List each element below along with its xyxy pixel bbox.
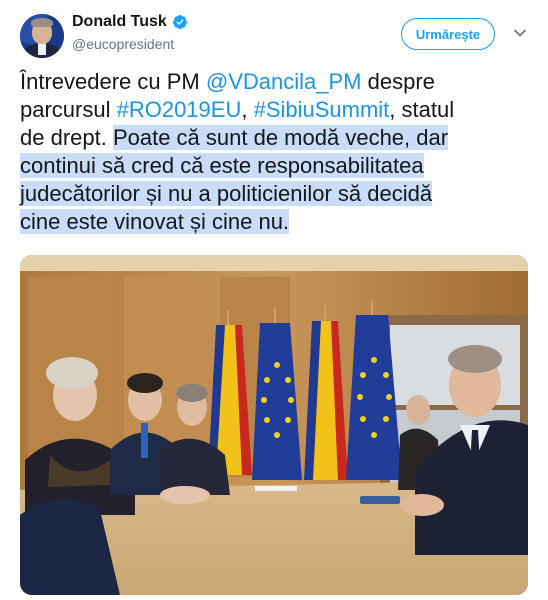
- verified-badge-icon: [172, 15, 187, 29]
- tweet-line: Întrevedere cu PM @VDancila_PM despre: [20, 68, 532, 96]
- highlighted-text: Poate că sunt de modă veche, dar: [112, 125, 449, 150]
- avatar-hair: [31, 18, 53, 27]
- author-display-name[interactable]: Donald Tusk: [72, 13, 167, 31]
- hashtag-link[interactable]: #RO2019EU: [117, 97, 242, 122]
- meeting-photo: [20, 255, 528, 595]
- tweet-text-segment: , statul: [389, 97, 455, 122]
- highlighted-text: cine este vinovat și cine nu.: [20, 209, 290, 234]
- author-handle[interactable]: @eucopresident: [72, 36, 174, 52]
- tweet-line: judecătorilor și nu a politicienilor să …: [20, 180, 532, 208]
- highlighted-text: continui să cred că este responsabilitat…: [20, 153, 424, 178]
- tweet-line: de drept. Poate că sunt de modă veche, d…: [20, 124, 532, 152]
- tweet-text-segment: Întrevedere cu PM: [20, 69, 206, 94]
- tweet-text: Întrevedere cu PM @VDancila_PM despre par…: [20, 68, 532, 236]
- hashtag-link[interactable]: #SibiuSummit: [254, 97, 390, 122]
- highlighted-text: judecătorilor și nu a politicienilor să …: [20, 181, 433, 206]
- tweet-text-segment: parcursul: [20, 97, 117, 122]
- mention-link[interactable]: @VDancila_PM: [206, 69, 362, 94]
- tweet-photo[interactable]: [20, 255, 528, 595]
- chevron-down-icon[interactable]: [513, 26, 527, 40]
- author-name-row[interactable]: Donald Tusk: [72, 13, 188, 31]
- author-avatar[interactable]: [20, 14, 64, 58]
- tweet-text-segment: de drept.: [20, 125, 113, 150]
- avatar-shirt: [38, 43, 46, 55]
- tweet-header: Donald Tusk @eucopresident Urmărește: [0, 0, 548, 64]
- tweet-line: cine este vinovat și cine nu.: [20, 208, 532, 236]
- tweet-text-segment: despre: [361, 69, 435, 94]
- tweet-line: parcursul #RO2019EU, #SibiuSummit, statu…: [20, 96, 532, 124]
- follow-button[interactable]: Urmărește: [401, 18, 495, 50]
- tweet-text-segment: ,: [241, 97, 254, 122]
- tweet-line: continui să cred că este responsabilitat…: [20, 152, 532, 180]
